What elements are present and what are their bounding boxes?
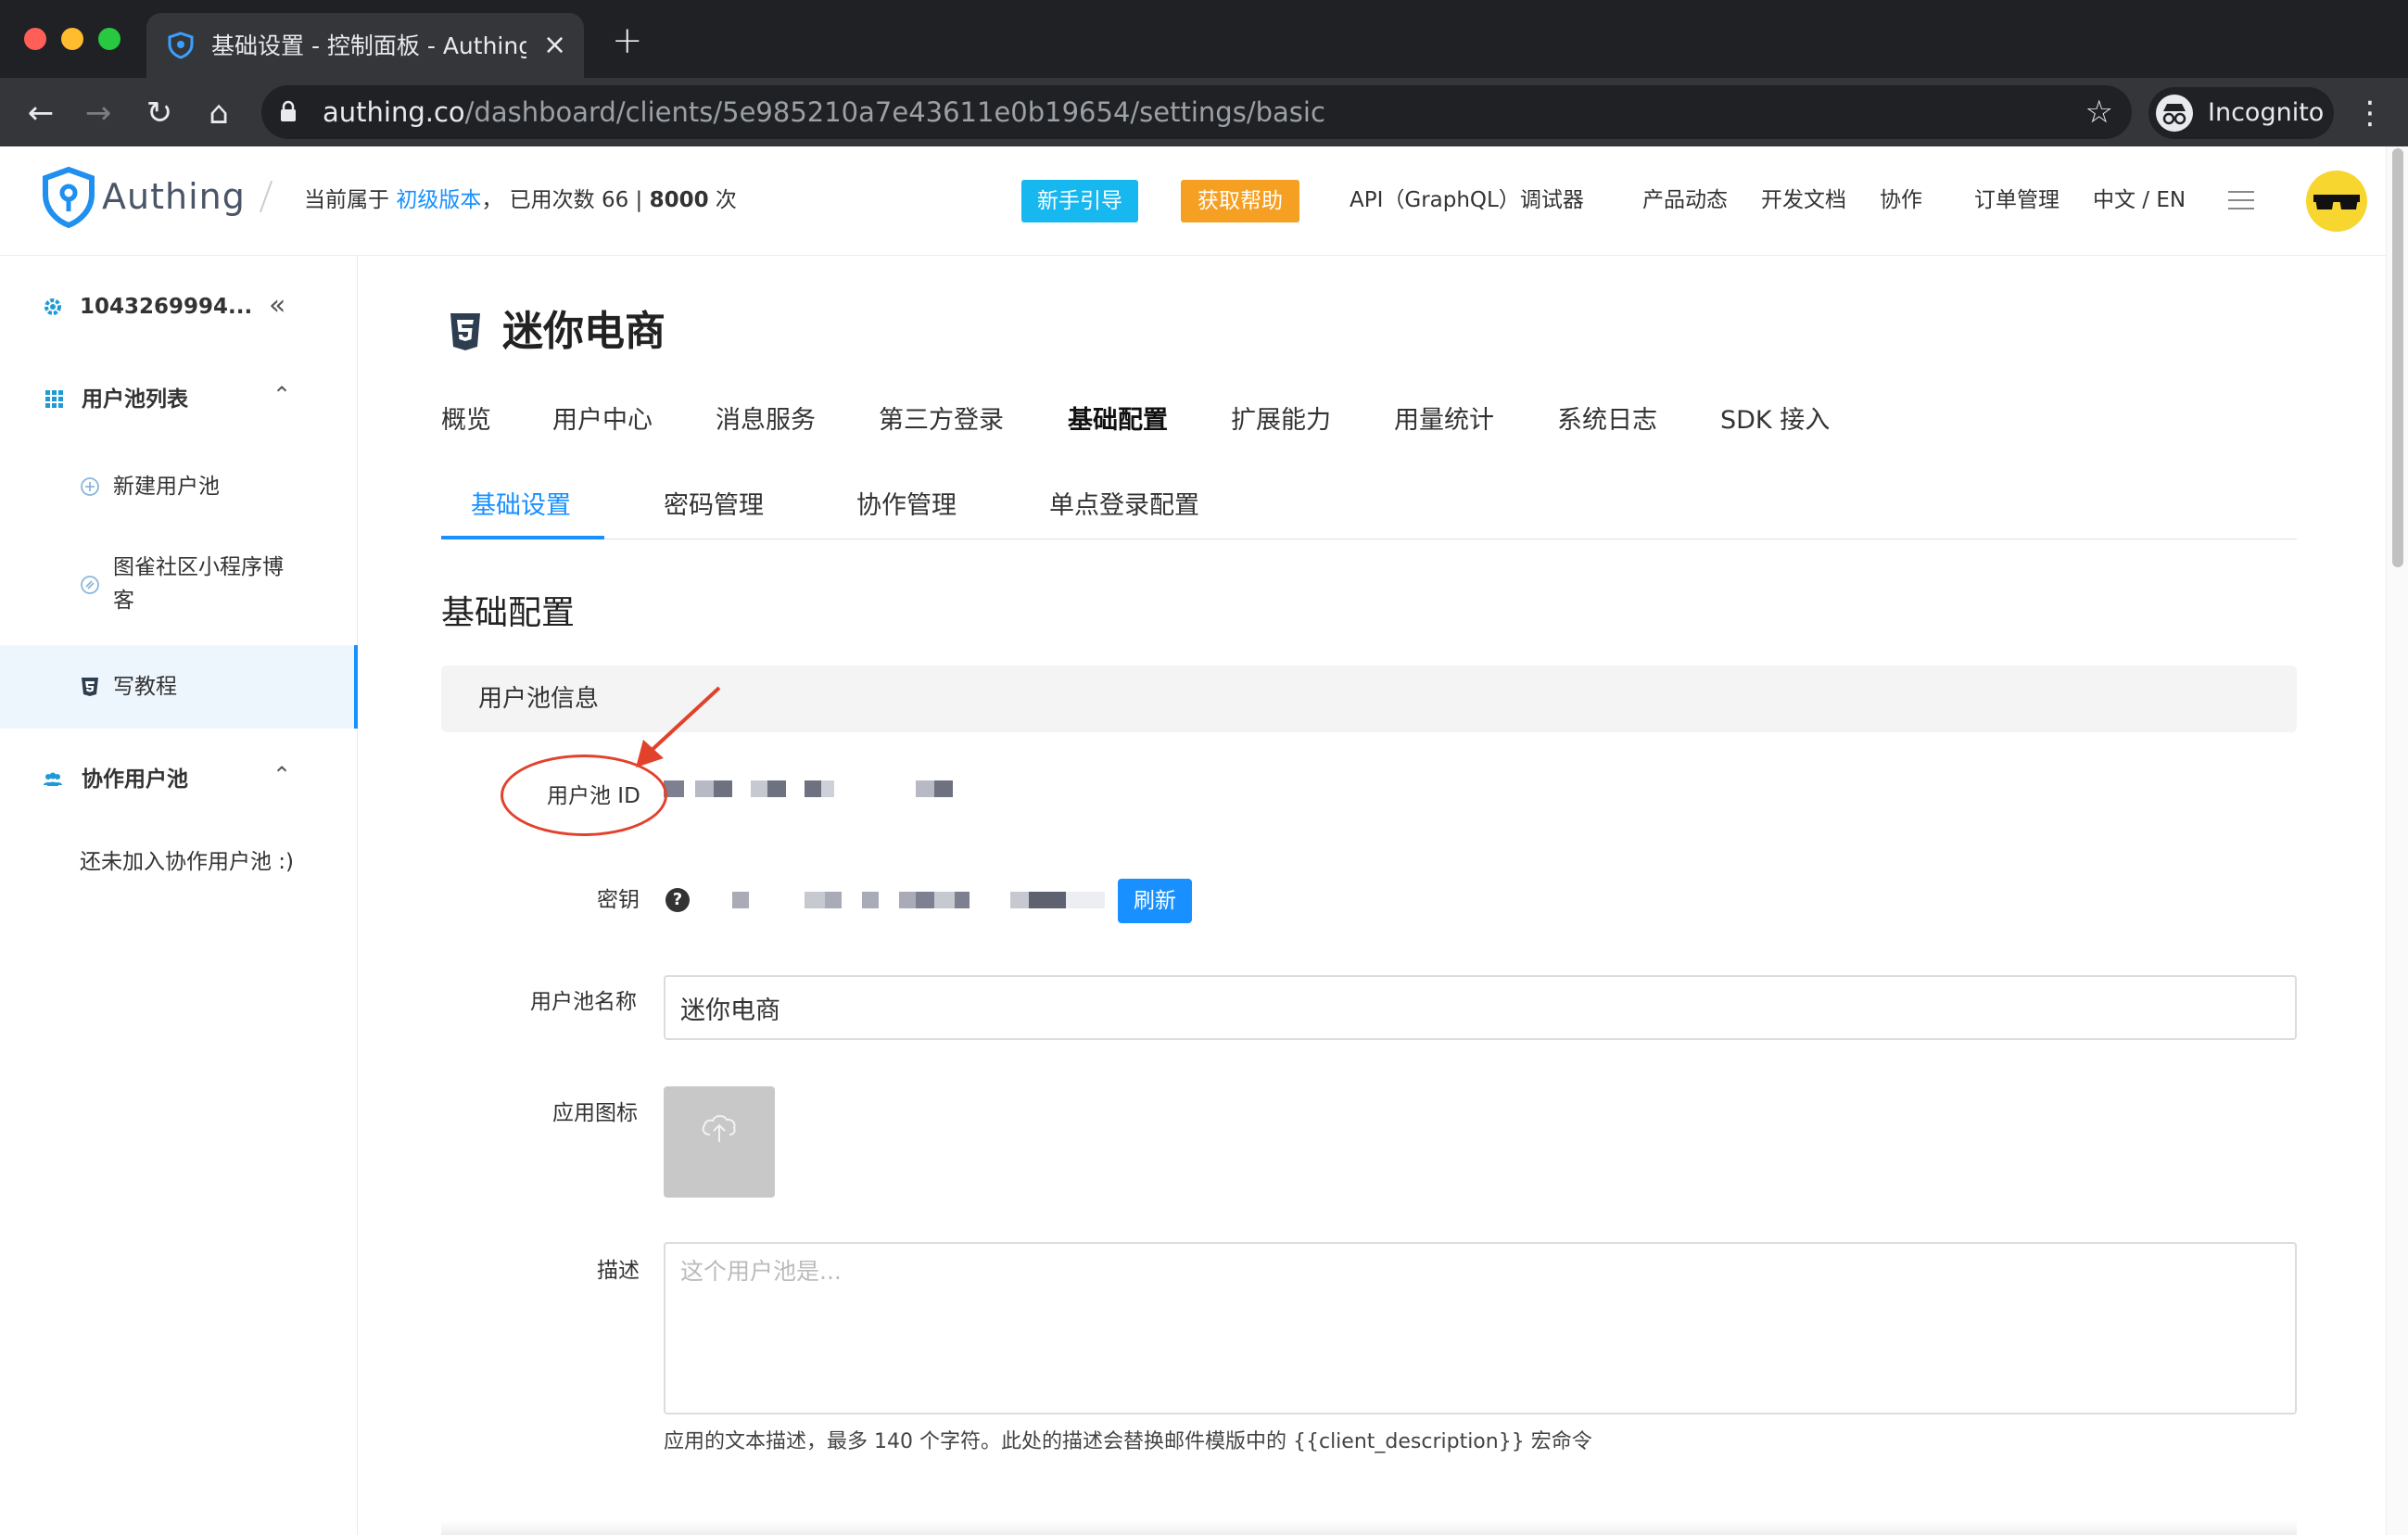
- chevron-up-icon[interactable]: ⌃: [272, 382, 291, 408]
- sidebar-collab-empty: 还未加入协作用户池 :): [0, 845, 358, 920]
- home-icon[interactable]: ⌂: [200, 95, 237, 132]
- nav-collab[interactable]: 协作: [1880, 185, 1922, 215]
- subtab-collab[interactable]: 协作管理: [856, 488, 957, 525]
- subtab-sso[interactable]: 单点登录配置: [1049, 488, 1199, 525]
- authing-favicon-icon: [168, 32, 194, 59]
- app-icon-uploader[interactable]: [664, 1086, 775, 1198]
- window-minimize-button[interactable]: [61, 28, 83, 50]
- incognito-icon: [2156, 95, 2193, 132]
- secret-label: 密钥: [597, 888, 640, 912]
- html5-icon: [450, 313, 480, 350]
- nav-docs[interactable]: 开发文档: [1761, 185, 1846, 215]
- reload-icon[interactable]: ↻: [141, 95, 178, 132]
- tab-title: 基础设置 - 控制面板 - Authing 🌏: [211, 32, 526, 59]
- menu-icon[interactable]: [2228, 191, 2254, 209]
- chevron-up-icon[interactable]: ⌃: [272, 762, 291, 788]
- help-button[interactable]: 获取帮助: [1181, 180, 1299, 222]
- tab-close-icon[interactable]: ×: [543, 29, 566, 62]
- main-content: 迷你电商 概览 用户中心 消息服务 第三方登录 基础配置 扩展能力 用量统计 系…: [358, 256, 2386, 1535]
- back-icon[interactable]: ←: [22, 95, 59, 132]
- new-pool-label: 新建用户池: [113, 475, 220, 499]
- tab-user-center[interactable]: 用户中心: [552, 402, 653, 439]
- sidebar-account[interactable]: 1043269994... «: [0, 284, 358, 330]
- pool-name-input[interactable]: [664, 975, 2297, 1040]
- sidebar-collab-header[interactable]: 协作用户池 ⌃: [0, 756, 358, 803]
- scroll-thumb[interactable]: [2392, 148, 2403, 567]
- tab-extensions[interactable]: 扩展能力: [1231, 402, 1331, 439]
- guide-button[interactable]: 新手引导: [1021, 180, 1138, 222]
- kebab-icon[interactable]: ⋮: [2354, 95, 2386, 132]
- pool-label: 图雀社区小程序博客: [113, 555, 284, 613]
- sidebar: 1043269994... « 用户池列表 ⌃ 新建用户池 图雀社区小程序博客: [0, 256, 358, 1535]
- tab-basic-config[interactable]: 基础配置: [1068, 402, 1168, 439]
- app-header: Authing 当前属于 初级版本， 已用次数 66 | 8000 次 新手引导…: [0, 146, 2386, 256]
- link-icon: [81, 576, 99, 594]
- nav-product-news[interactable]: 产品动态: [1642, 185, 1728, 215]
- plus-circle-icon: [81, 477, 99, 496]
- nav-language[interactable]: 中文 / EN: [2093, 185, 2186, 215]
- nav-api-debugger[interactable]: API（GraphQL）调试器: [1350, 185, 1584, 215]
- plan-info: 当前属于 初级版本， 已用次数 66 | 8000 次: [304, 188, 737, 212]
- tab-messaging[interactable]: 消息服务: [716, 402, 816, 439]
- refresh-secret-button[interactable]: 刷新: [1118, 879, 1192, 923]
- annotation-arrow-icon: [636, 686, 721, 768]
- sidebar-pool-list-header[interactable]: 用户池列表 ⌃: [0, 376, 358, 423]
- team-icon: [44, 772, 62, 786]
- sidebar-item-pool-tutorial[interactable]: 写教程: [0, 645, 358, 729]
- gear-icon: [44, 298, 61, 315]
- nav-orders[interactable]: 订单管理: [1974, 185, 2059, 215]
- group-title: 用户池信息: [478, 685, 600, 713]
- incognito-badge[interactable]: Incognito: [2148, 87, 2334, 139]
- pool-name-label: 用户池名称: [530, 990, 637, 1014]
- description-hint: 应用的文本描述，最多 140 个字符。此处的描述会替换邮件模版中的 {{clie…: [664, 1430, 1592, 1453]
- sidebar-item-pool-tuque[interactable]: 图雀社区小程序博客: [0, 551, 358, 621]
- logo-text[interactable]: Authing: [102, 174, 246, 219]
- subtab-active-indicator: [441, 536, 604, 539]
- next-section-edge: [441, 1520, 2297, 1535]
- url-text: authing.co/dashboard/clients/5e985210a7e…: [323, 96, 1325, 128]
- address-bar[interactable]: authing.co/dashboard/clients/5e985210a7e…: [261, 85, 2132, 139]
- subtab-password[interactable]: 密码管理: [664, 488, 764, 525]
- page-scrollbar[interactable]: [2386, 146, 2408, 1535]
- header-divider: [259, 180, 273, 213]
- lock-icon: [281, 100, 296, 121]
- tab-sdk[interactable]: SDK 接入: [1720, 402, 1830, 439]
- collab-empty-text: 还未加入协作用户池 :): [80, 850, 295, 874]
- browser-tab-strip: 基础设置 - 控制面板 - Authing 🌏 × +: [0, 0, 2408, 78]
- description-textarea[interactable]: [664, 1242, 2297, 1414]
- account-id: 1043269994...: [80, 295, 253, 319]
- tab-overview[interactable]: 概览: [441, 402, 491, 439]
- grid-icon: [45, 390, 63, 408]
- tab-social-login[interactable]: 第三方登录: [879, 402, 1004, 439]
- browser-toolbar: ← → ↻ ⌂ authing.co/dashboard/clients/5e9…: [0, 78, 2408, 146]
- tab-usage[interactable]: 用量统计: [1394, 402, 1494, 439]
- star-icon[interactable]: ☆: [2085, 94, 2113, 131]
- browser-tab-active[interactable]: 基础设置 - 控制面板 - Authing 🌏 ×: [146, 13, 584, 78]
- tab-logs[interactable]: 系统日志: [1557, 402, 1657, 439]
- authing-shield-icon[interactable]: [41, 167, 96, 228]
- plan-link[interactable]: 初级版本: [396, 188, 481, 212]
- double-chevron-left-icon[interactable]: «: [269, 289, 285, 322]
- sidebar-item-new-pool[interactable]: 新建用户池: [0, 463, 358, 510]
- avatar[interactable]: [2306, 171, 2367, 232]
- help-icon[interactable]: ?: [665, 888, 690, 912]
- pool-list-title: 用户池列表: [82, 387, 188, 412]
- section-title: 基础配置: [441, 594, 576, 632]
- window-maximize-button[interactable]: [98, 28, 120, 50]
- html5-icon: [82, 678, 98, 696]
- new-tab-button[interactable]: +: [612, 22, 643, 59]
- window-close-button[interactable]: [24, 28, 46, 50]
- incognito-label: Incognito: [2208, 98, 2325, 127]
- description-label: 描述: [597, 1259, 640, 1283]
- subtab-basic-settings[interactable]: 基础设置: [471, 488, 571, 525]
- forward-icon[interactable]: →: [80, 95, 117, 132]
- pool-label: 写教程: [113, 675, 177, 699]
- page-title: 迷你电商: [502, 308, 665, 355]
- app-icon-label: 应用图标: [552, 1101, 638, 1125]
- upload-cloud-icon: [702, 1115, 736, 1142]
- collab-title: 协作用户池: [82, 768, 188, 792]
